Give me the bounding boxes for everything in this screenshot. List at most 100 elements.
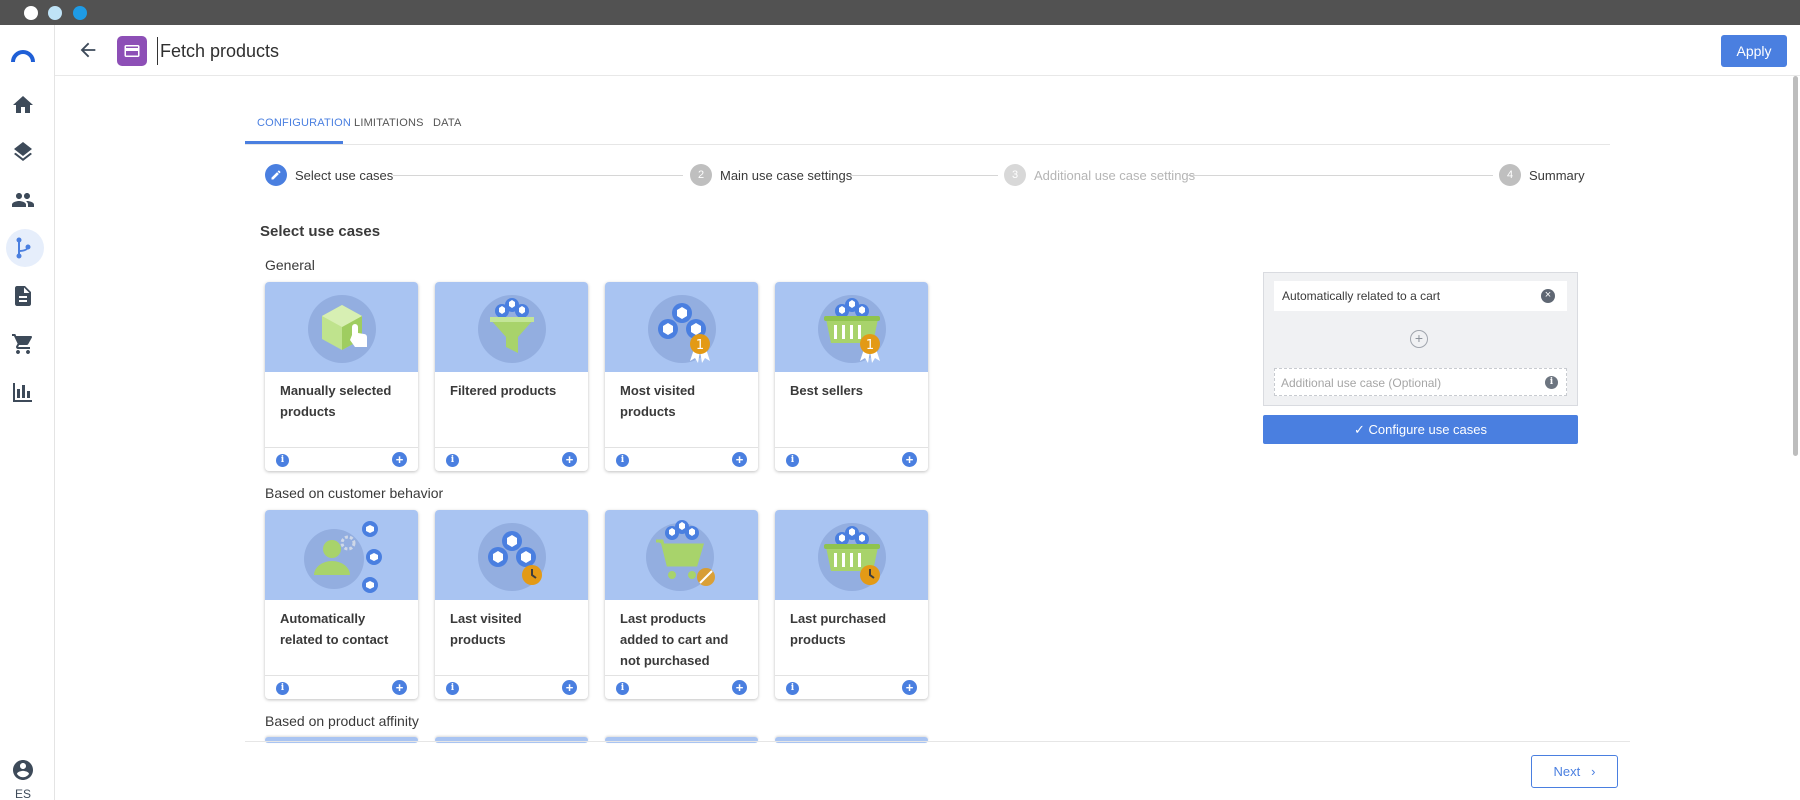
card-footer: i + [605,675,758,699]
step-connector [1188,175,1493,176]
main-use-case-chip[interactable]: Automatically related to a cart × [1274,281,1567,311]
tab-data[interactable]: DATA [433,117,462,129]
apply-button[interactable]: Apply [1721,35,1787,67]
check-icon: ✓ [1353,421,1369,437]
info-icon[interactable]: i [786,454,799,467]
add-icon[interactable]: + [902,452,917,467]
card-illustration: 1 [775,282,928,372]
card-illustration: 1 [605,282,758,372]
logo-icon[interactable] [10,43,36,69]
node-title-input[interactable] [157,37,577,65]
info-icon[interactable]: i [616,682,629,695]
next-button[interactable]: Next › [1531,755,1618,788]
step-main-use-case-settings[interactable]: 2 Main use case settings [690,164,852,186]
add-icon[interactable]: + [562,680,577,695]
use-case-card-manually-selected[interactable]: Manually selected products i + [265,282,418,471]
scrollbar-thumb[interactable] [1793,76,1798,456]
card-title: Manually selected products [280,383,392,419]
cart-icon[interactable] [10,331,36,357]
step-number: 3 [1004,164,1026,186]
home-icon[interactable] [10,92,36,118]
step-additional-use-case-settings: 3 Additional use case settings [1004,164,1195,186]
svg-text:1: 1 [696,338,704,353]
card-footer: i + [265,447,418,471]
add-icon[interactable]: + [562,452,577,467]
chevron-right-icon: › [1583,764,1596,779]
window-close-dot[interactable] [24,6,38,20]
window-minimize-dot[interactable] [48,6,62,20]
card-footer: i + [775,675,928,699]
step-label: Select use cases [295,167,394,183]
people-icon[interactable] [10,187,36,213]
remove-use-case-icon[interactable]: × [1541,289,1555,303]
tab-configuration[interactable]: CONFIGURATION [257,117,351,129]
account-icon [13,760,33,780]
use-case-card-partial[interactable] [775,737,928,743]
back-arrow-icon[interactable] [77,39,99,61]
card-illustration [605,737,758,743]
node-type-badge [117,36,147,66]
step-edit-icon [265,164,287,186]
tab-limitations[interactable]: LIMITATIONS [354,117,424,129]
info-icon[interactable]: i [276,682,289,695]
main-use-case-label: Automatically related to a cart [1282,289,1441,303]
card-illustration [265,510,418,600]
use-case-card-most-visited[interactable]: 1 Most visited products i + [605,282,758,471]
info-icon[interactable]: i [446,454,459,467]
info-icon[interactable]: i [786,682,799,695]
add-icon[interactable]: + [392,452,407,467]
contact-related-icon [304,521,382,593]
info-icon[interactable]: i [1545,376,1558,389]
use-case-card-partial[interactable] [605,737,758,743]
use-case-card-partial[interactable] [435,737,588,743]
add-circle-icon[interactable]: + [1410,330,1428,348]
group-label-general: General [265,257,315,273]
use-case-card-related-to-contact[interactable]: Automatically related to contact i + [265,510,418,699]
use-case-card-filtered[interactable]: Filtered products i + [435,282,588,471]
card-illustration [435,737,588,743]
layers-icon[interactable] [10,139,36,165]
step-label: Summary [1529,167,1585,183]
card-footer: i + [605,447,758,471]
footer-divider [245,741,1630,742]
add-icon[interactable]: + [392,680,407,695]
card-footer: i + [435,447,588,471]
card-illustration [775,510,928,600]
step-connector [393,175,683,176]
manual-box-icon [308,295,376,363]
add-icon[interactable]: + [732,680,747,695]
window-maximize-dot[interactable] [73,6,87,20]
card-title: Last visited products [450,611,522,647]
info-icon[interactable]: i [446,682,459,695]
use-case-card-last-purchased[interactable]: Last purchased products i + [775,510,928,699]
use-case-card-partial[interactable] [265,737,418,743]
add-icon[interactable]: + [902,680,917,695]
card-title: Filtered products [450,383,557,398]
info-icon[interactable]: i [276,454,289,467]
step-connector [850,175,998,176]
card-illustration [435,510,588,600]
info-icon[interactable]: i [616,454,629,467]
add-icon[interactable]: + [732,452,747,467]
card-title: Automatically related to contact [280,611,389,647]
user-menu[interactable]: ES [8,758,38,800]
additional-use-case-slot[interactable]: Additional use case (Optional) i [1274,368,1567,396]
tab-bar: CONFIGURATION LIMITATIONS DATA [245,105,1610,145]
use-case-card-best-sellers[interactable]: 1 Best sellers i + [775,282,928,471]
use-case-card-last-visited[interactable]: Last visited products i + [435,510,588,699]
card-title: Last products added to cart and not purc… [620,611,729,668]
card-illustration [775,737,928,743]
document-icon[interactable] [10,283,36,309]
chart-icon[interactable] [10,379,36,405]
best-sellers-basket-icon: 1 [818,295,886,363]
use-case-card-cart-not-purchased[interactable]: Last products added to cart and not purc… [605,510,758,699]
configure-use-cases-button[interactable]: ✓ Configure use cases [1263,415,1578,444]
workflow-icon[interactable] [6,229,44,267]
group-label-customer-behavior: Based on customer behavior [265,485,444,501]
step-select-use-cases[interactable]: Select use cases [265,164,393,186]
selected-use-cases-panel: Automatically related to a cart × + Addi… [1263,272,1578,406]
section-title: Select use cases [260,223,381,240]
main-scrollbar[interactable] [1791,76,1800,800]
most-visited-icon: 1 [648,295,716,363]
step-summary[interactable]: 4 Summary [1499,164,1585,186]
